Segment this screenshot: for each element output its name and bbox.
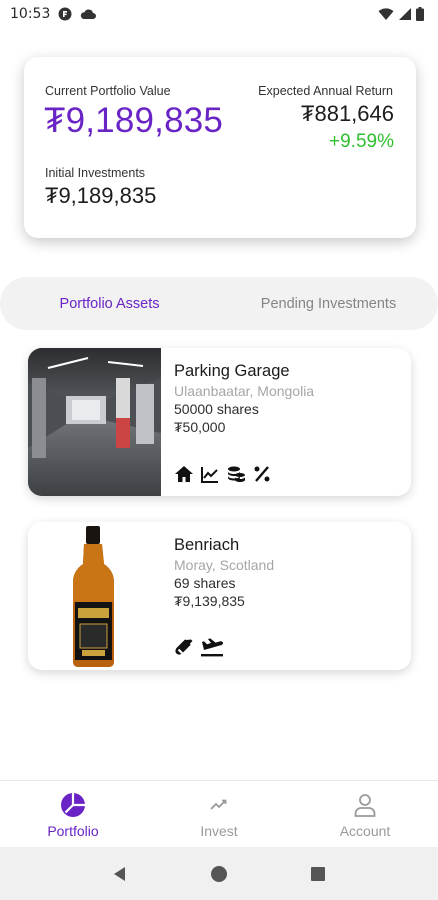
recents-icon[interactable] (309, 865, 327, 883)
expected-return-percent: +9.59% (329, 131, 394, 152)
asset-shares: 69 shares (174, 575, 236, 591)
nav-account-label: Account (339, 823, 391, 839)
asset-card-benriach[interactable]: Benriach Moray, Scotland 69 shares ₮9,13… (28, 522, 411, 670)
initial-investments-value: ₮9,189,835 (45, 183, 157, 208)
asset-value: ₮9,139,835 (174, 593, 245, 609)
pie-chart-icon (61, 793, 85, 817)
asset-info: Parking Garage Ulaanbaatar, Mongolia 500… (174, 362, 401, 436)
asset-location: Moray, Scotland (174, 557, 275, 573)
asset-tabs: Portfolio Assets Pending Investments (0, 277, 438, 330)
asset-location: Ulaanbaatar, Mongolia (174, 383, 315, 399)
nav-account[interactable]: Account (292, 781, 438, 847)
plane-landing-icon (201, 638, 224, 657)
tab-pending-investments[interactable]: Pending Investments (219, 296, 438, 312)
asset-shares: 50000 shares (174, 401, 259, 417)
chart-line-icon (201, 467, 218, 483)
bottom-navigation: Portfolio Invest Account (0, 780, 438, 847)
signal-icon (399, 8, 411, 20)
status-bar: 10:53 (0, 0, 438, 28)
initial-investments-label: Initial Investments (45, 166, 146, 180)
asset-value: ₮50,000 (174, 419, 226, 435)
asset-name: Benriach (174, 536, 240, 554)
asset-info: Benriach Moray, Scotland 69 shares ₮9,13… (174, 536, 401, 610)
bottle-icon (175, 639, 193, 655)
battery-icon (416, 7, 424, 21)
expected-return-label: Expected Annual Return (258, 84, 393, 98)
status-right (378, 7, 424, 21)
expected-return-value: ₮881,646 (301, 101, 394, 126)
user-icon (354, 794, 376, 817)
coins-icon (228, 466, 245, 482)
tab-portfolio-assets[interactable]: Portfolio Assets (0, 296, 219, 312)
cloud-icon (81, 9, 97, 19)
asset-name: Parking Garage (174, 362, 290, 380)
nav-invest-label: Invest (200, 823, 238, 839)
portfolio-summary-card: Current Portfolio Value ₮9,189,835 Expec… (24, 57, 416, 238)
nav-portfolio[interactable]: Portfolio (0, 781, 146, 847)
current-value-label: Current Portfolio Value (45, 84, 171, 98)
asset-category-icons (174, 638, 224, 658)
parking-garage-photo (28, 348, 161, 496)
percent-icon (254, 466, 270, 482)
benriach-bottle-photo (28, 522, 161, 670)
status-time: 10:53 (10, 6, 51, 22)
home-icon (175, 466, 193, 482)
trend-icon (210, 799, 227, 810)
asset-category-icons (174, 464, 272, 484)
nav-invest[interactable]: Invest (146, 781, 292, 847)
wifi-icon (378, 8, 394, 20)
current-value: ₮9,189,835 (44, 101, 224, 140)
app-notification-icon (58, 7, 72, 21)
back-icon[interactable] (111, 865, 129, 883)
nav-portfolio-label: Portfolio (47, 823, 99, 839)
asset-card-parking-garage[interactable]: Parking Garage Ulaanbaatar, Mongolia 500… (28, 348, 411, 496)
home-button-icon[interactable] (210, 865, 228, 883)
status-left: 10:53 (10, 6, 97, 22)
system-navigation-bar (0, 847, 438, 900)
